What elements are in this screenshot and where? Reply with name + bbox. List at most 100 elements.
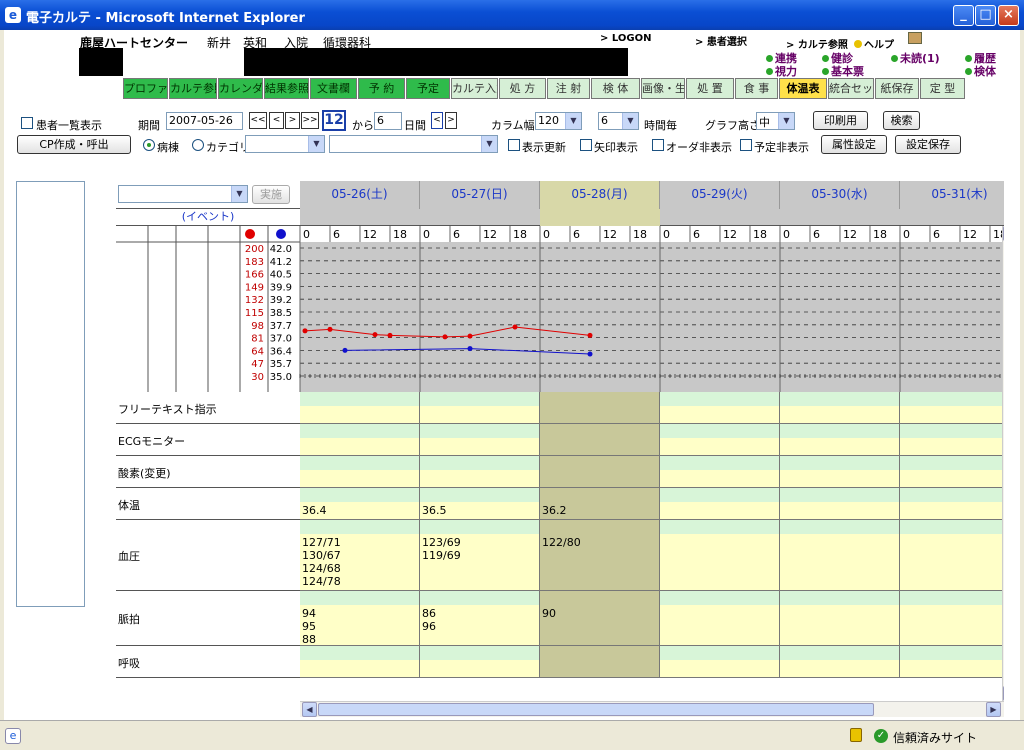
record-cell[interactable] bbox=[300, 646, 420, 678]
record-cell[interactable] bbox=[540, 646, 660, 678]
ward-radio[interactable] bbox=[143, 139, 155, 151]
memo-icon[interactable] bbox=[908, 32, 922, 44]
print-button[interactable]: 印刷用 bbox=[813, 111, 868, 130]
record-cell[interactable] bbox=[300, 392, 420, 424]
days-down-button[interactable]: < bbox=[431, 112, 443, 129]
order-hide-checkbox[interactable] bbox=[652, 139, 664, 151]
event-select[interactable]: ▼ bbox=[118, 185, 248, 203]
horizontal-scroll-thumb[interactable] bbox=[318, 703, 874, 716]
record-cell[interactable] bbox=[900, 520, 1004, 591]
tab-16[interactable]: 紙保存 bbox=[875, 78, 919, 99]
tab-13[interactable]: 食 事 bbox=[735, 78, 778, 99]
logon-link[interactable]: > LOGON bbox=[600, 33, 651, 44]
arrow-display-checkbox[interactable] bbox=[580, 139, 592, 151]
attr-setting-button[interactable]: 属性設定 bbox=[821, 135, 887, 154]
record-cell[interactable] bbox=[300, 456, 420, 488]
record-cell[interactable] bbox=[780, 646, 900, 678]
tab-12[interactable]: 処 置 bbox=[686, 78, 734, 99]
day-header[interactable]: 05-29(火) bbox=[660, 181, 780, 209]
hours-select[interactable]: 6 ▼ bbox=[598, 112, 639, 130]
tab-7[interactable]: カルテ入力 bbox=[451, 78, 498, 99]
record-cell[interactable] bbox=[900, 392, 1004, 424]
period-start-input[interactable]: 2007-05-26 bbox=[166, 112, 243, 130]
record-cell[interactable] bbox=[660, 424, 780, 456]
vertical-scrollbar[interactable]: ▲ ▼ bbox=[1002, 226, 1004, 702]
cp-create-button[interactable]: CP作成・呼出 bbox=[17, 135, 131, 154]
record-cell[interactable] bbox=[420, 456, 540, 488]
next-button[interactable]: > bbox=[285, 112, 300, 129]
prev-fast-button[interactable]: << bbox=[249, 112, 267, 129]
record-cell[interactable] bbox=[900, 646, 1004, 678]
tab-6[interactable]: 予定 bbox=[406, 78, 450, 99]
category-radio[interactable] bbox=[192, 139, 204, 151]
record-cell[interactable] bbox=[420, 424, 540, 456]
day-header[interactable]: 05-31(木) bbox=[900, 181, 1004, 209]
record-cell[interactable]: 86 96 bbox=[420, 591, 540, 646]
day-header[interactable]: 05-28(月) bbox=[540, 181, 660, 209]
record-cell[interactable]: 94958887 bbox=[300, 591, 420, 659]
day-header[interactable]: 05-27(日) bbox=[420, 181, 540, 209]
record-cell[interactable] bbox=[660, 520, 780, 591]
link-vision[interactable]: 視力 bbox=[766, 63, 797, 79]
scroll-left-icon[interactable]: ◀ bbox=[302, 702, 317, 717]
next-fast-button[interactable]: >> bbox=[301, 112, 319, 129]
record-cell[interactable]: 36.5 bbox=[420, 488, 540, 520]
column-width-select[interactable]: 120 ▼ bbox=[535, 112, 582, 130]
link-unread[interactable]: 未読(1) bbox=[891, 50, 940, 66]
patient-list-panel[interactable] bbox=[16, 181, 85, 607]
calendar-icon[interactable]: 12 bbox=[322, 110, 346, 131]
display-update-checkbox[interactable] bbox=[508, 139, 520, 151]
prev-button[interactable]: < bbox=[269, 112, 284, 129]
record-cell[interactable]: 90 bbox=[540, 591, 660, 646]
graph-height-select[interactable]: 中 ▼ bbox=[756, 112, 795, 130]
record-cell[interactable] bbox=[660, 392, 780, 424]
days-input[interactable]: 6 bbox=[374, 112, 402, 130]
tab-9[interactable]: 注 射 bbox=[547, 78, 590, 99]
record-cell[interactable] bbox=[900, 488, 1004, 520]
close-button[interactable]: × bbox=[998, 5, 1019, 26]
minimize-button[interactable]: _ bbox=[953, 5, 974, 26]
record-cell[interactable] bbox=[660, 456, 780, 488]
link-specimen[interactable]: 検体 bbox=[965, 63, 996, 79]
record-cell[interactable] bbox=[900, 424, 1004, 456]
execute-button[interactable]: 実施 bbox=[252, 185, 290, 204]
record-cell[interactable] bbox=[780, 488, 900, 520]
record-cell[interactable] bbox=[780, 392, 900, 424]
tab-0[interactable]: プロファイル bbox=[123, 78, 168, 99]
tab-11[interactable]: 画像・生理 bbox=[641, 78, 685, 99]
tab-5[interactable]: 予 約 bbox=[358, 78, 405, 99]
record-cell[interactable] bbox=[420, 392, 540, 424]
tab-10[interactable]: 検 体 bbox=[591, 78, 640, 99]
maximize-button[interactable]: □ bbox=[975, 5, 996, 26]
record-cell[interactable] bbox=[780, 456, 900, 488]
search-button[interactable]: 検索 bbox=[883, 111, 920, 130]
record-cell[interactable] bbox=[540, 456, 660, 488]
record-cell[interactable] bbox=[300, 424, 420, 456]
scroll-up-icon[interactable]: ▲ bbox=[1003, 226, 1004, 241]
record-cell[interactable] bbox=[900, 591, 1004, 646]
horizontal-scrollbar[interactable]: ◀ ▶ bbox=[300, 701, 1004, 717]
tab-3[interactable]: 結果参照 bbox=[264, 78, 309, 99]
category-select[interactable]: ▼ bbox=[245, 135, 325, 153]
days-up-button[interactable]: > bbox=[445, 112, 457, 129]
record-cell[interactable] bbox=[540, 424, 660, 456]
record-cell[interactable] bbox=[660, 591, 780, 646]
scroll-down-icon[interactable]: ▼ bbox=[1003, 686, 1004, 701]
tab-2[interactable]: カレンダ bbox=[218, 78, 263, 99]
patient-select-link[interactable]: > 患者選択 bbox=[695, 33, 747, 48]
patient-list-checkbox[interactable] bbox=[21, 117, 33, 129]
chart-ref-link[interactable]: > カルテ参照 bbox=[786, 36, 848, 51]
record-cell[interactable]: 123/69 119/69 bbox=[420, 520, 540, 591]
record-cell[interactable] bbox=[540, 392, 660, 424]
record-cell[interactable]: 127/71 130/67 124/68 124/78 bbox=[300, 520, 420, 591]
tab-17[interactable]: 定 型 bbox=[920, 78, 965, 99]
record-cell[interactable] bbox=[900, 456, 1004, 488]
record-cell[interactable] bbox=[420, 646, 540, 678]
day-header[interactable]: 05-30(水) bbox=[780, 181, 900, 209]
record-cell[interactable]: 36.4 bbox=[300, 488, 420, 520]
record-cell[interactable] bbox=[780, 424, 900, 456]
record-cell[interactable] bbox=[660, 488, 780, 520]
tab-15[interactable]: 統合セット bbox=[828, 78, 874, 99]
scroll-right-icon[interactable]: ▶ bbox=[986, 702, 1001, 717]
tab-14[interactable]: 体温表 bbox=[779, 78, 827, 99]
